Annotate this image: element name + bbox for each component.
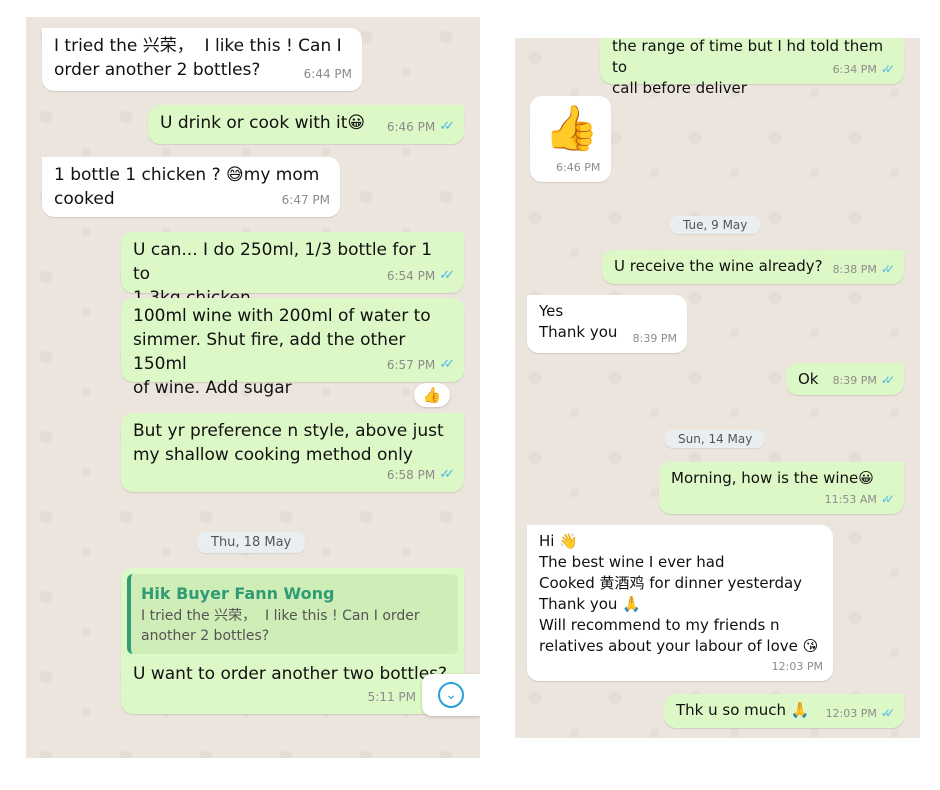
message-meta: 8:38 PM ✓✓ [832, 259, 896, 280]
quoted-author: Hik Buyer Fann Wong [141, 584, 335, 603]
message-time: 6:34 PM [832, 63, 877, 76]
read-ticks-icon: ✓✓ [439, 467, 455, 482]
date-divider: Tue, 9 May [670, 216, 761, 234]
message-time: 12:03 PM [771, 660, 823, 673]
message-bubble[interactable]: But yr preference n style, above just my… [121, 413, 464, 492]
message-time: 8:39 PM [832, 374, 877, 387]
message-meta: 6:44 PM [304, 62, 352, 86]
thumbs-up-icon: 👍 [544, 103, 599, 154]
message-text: Morning, how is the wine😀 [671, 469, 874, 487]
message-meta: 6:54 PM ✓✓ [386, 264, 455, 288]
date-divider: Thu, 18 May [197, 532, 306, 553]
message-bubble[interactable]: Thk u so much 🙏 12:03 PM ✓✓ [664, 694, 904, 728]
message-bubble[interactable]: Morning, how is the wine😀 11:53 AM ✓✓ [659, 462, 904, 514]
message-bubble[interactable]: 100ml wine with 200ml of water to simmer… [121, 298, 464, 398]
message-time: 5:11 PM [367, 690, 416, 704]
message-bubble[interactable]: U drink or cook with it😀 6:46 PM ✓✓ [148, 105, 464, 144]
thumbs-up-reaction-icon[interactable]: 👍 [414, 383, 450, 407]
read-ticks-icon: ✓✓ [880, 706, 895, 720]
message-meta: 12:03 PM ✓✓ [825, 703, 896, 724]
message-time: 8:39 PM [632, 332, 677, 345]
read-ticks-icon: ✓✓ [439, 357, 455, 372]
message-meta: 6:34 PM ✓✓ [832, 59, 896, 80]
message-bubble[interactable]: 1 bottle 1 chicken ? 😅my mom cooked 6:47… [42, 157, 340, 217]
read-ticks-icon: ✓✓ [880, 492, 895, 506]
message-time: 6:57 PM [386, 358, 436, 372]
chevron-down-circle-icon: ⌄ [438, 682, 464, 708]
message-meta: 6:58 PM ✓✓ [386, 463, 455, 487]
message-time: 6:58 PM [386, 468, 436, 482]
message-text: But yr preference n style, above just my… [133, 421, 444, 465]
message-bubble[interactable]: the range of time but I hd told them to … [600, 38, 904, 97]
message-meta: 6:57 PM ✓✓ [386, 353, 455, 377]
message-time: 6:44 PM [303, 67, 352, 81]
message-bubble[interactable]: Yes Thank you 8:39 PM [527, 295, 687, 353]
scroll-to-bottom-button[interactable]: ⌄ [422, 674, 480, 716]
read-ticks-icon: ✓✓ [880, 373, 895, 387]
message-meta: 6:46 PM ✓✓ [386, 115, 455, 139]
message-time: 6:46 PM [386, 120, 436, 134]
message-time: 11:53 AM [824, 493, 877, 506]
message-text: U want to order another two bottles? [133, 664, 448, 684]
message-meta: 6:47 PM [282, 188, 330, 212]
read-ticks-icon: ✓✓ [880, 62, 895, 76]
chat-panel-right[interactable]: the range of time but I hd told them to … [515, 38, 920, 738]
read-ticks-icon: ✓✓ [880, 262, 895, 276]
message-bubble[interactable]: U receive the wine already? 8:38 PM ✓✓ [602, 250, 904, 284]
message-meta: 8:39 PM [633, 328, 677, 349]
reply-message-bubble[interactable]: Hik Buyer Fann Wong I tried the 兴荣， I li… [121, 568, 464, 714]
message-text: Hi 👋 The best wine I ever had Cooked 黄酒鸡… [539, 532, 819, 655]
message-bubble[interactable]: Hi 👋 The best wine I ever had Cooked 黄酒鸡… [527, 525, 833, 681]
message-time: 12:03 PM [825, 707, 877, 720]
message-bubble[interactable]: Ok 8:39 PM ✓✓ [786, 363, 904, 395]
quoted-text: I tried the 兴荣， I like this ! Can I orde… [141, 608, 420, 644]
message-time: 6:46 PM [556, 161, 601, 174]
read-ticks-icon: ✓✓ [439, 119, 455, 134]
message-meta: 12:03 PM [772, 656, 823, 677]
quoted-message[interactable]: Hik Buyer Fann Wong I tried the 兴荣， I li… [127, 574, 458, 654]
message-meta: 5:11 PM [368, 685, 416, 709]
message-bubble[interactable]: I tried the 兴荣， I like this ! Can I orde… [42, 28, 362, 91]
message-meta: 8:39 PM ✓✓ [832, 370, 896, 391]
message-time: 8:38 PM [832, 263, 877, 276]
read-ticks-icon: ✓✓ [439, 268, 455, 283]
date-divider: Sun, 14 May [665, 430, 766, 448]
message-time: 6:47 PM [281, 193, 330, 207]
message-bubble[interactable]: U can... I do 250ml, 1/3 bottle for 1 to… [121, 232, 464, 308]
chat-panel-left[interactable]: I tried the 兴荣， I like this ! Can I orde… [26, 17, 480, 758]
sticker-message-bubble[interactable]: 👍 6:46 PM [530, 96, 611, 182]
message-time: 6:54 PM [386, 269, 436, 283]
message-meta: 6:46 PM [556, 157, 600, 178]
message-meta: 11:53 AM ✓✓ [824, 489, 895, 510]
message-text: 100ml wine with 200ml of water to simmer… [133, 306, 431, 398]
